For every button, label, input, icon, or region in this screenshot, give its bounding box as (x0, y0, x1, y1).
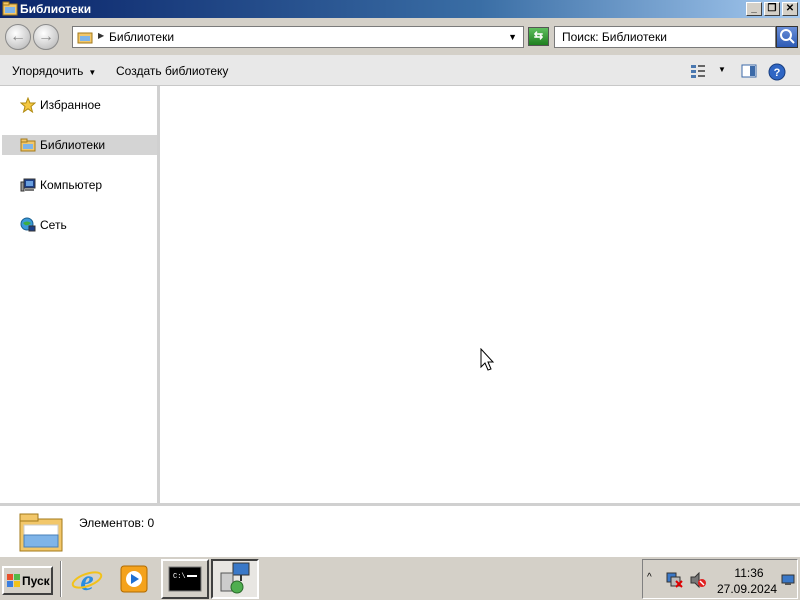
window-title: Библиотеки (20, 2, 92, 16)
nav-item-libraries[interactable]: Библиотеки (2, 135, 157, 155)
network-icon (20, 217, 36, 232)
chevron-down-icon[interactable]: ▼ (508, 32, 517, 42)
search-placeholder: Поиск: Библиотеки (562, 30, 667, 44)
chevron-down-icon[interactable]: ▼ (718, 65, 726, 74)
details-pane: Элементов: 0 (0, 503, 800, 556)
media-player-icon[interactable] (117, 563, 151, 595)
nav-item-label: Компьютер (40, 178, 103, 192)
create-library-button[interactable]: Создать библиотеку (116, 64, 228, 78)
internet-explorer-icon[interactable]: e (70, 563, 104, 595)
mouse-cursor-icon (480, 348, 495, 371)
network-setup-icon (220, 562, 250, 594)
forward-button[interactable]: → (33, 24, 59, 50)
nav-item-label: Сеть (40, 218, 67, 232)
taskbar-item-explorer[interactable] (211, 559, 259, 599)
taskbar-item-cmd[interactable]: C:\ (161, 559, 209, 599)
item-count: Элементов: 0 (79, 516, 155, 530)
nav-item-network[interactable]: Сеть (2, 215, 157, 235)
address-row: ← → ▶ Библиотеки ▼ ⇆ Поиск: Библиотеки (0, 18, 800, 55)
preview-pane-icon[interactable] (741, 63, 757, 79)
create-library-label: Создать библиотеку (116, 64, 229, 78)
restore-button[interactable]: ❐ (764, 2, 780, 16)
volume-muted-icon[interactable] (689, 572, 707, 588)
breadcrumb-arrow-icon[interactable]: ▶ (98, 31, 104, 40)
libraries-icon (77, 32, 93, 44)
organize-label: Упорядочить (12, 64, 84, 78)
svg-text:e: e (80, 564, 93, 595)
libraries-icon (19, 513, 63, 552)
file-list-area[interactable] (160, 86, 800, 503)
show-hidden-icons-button[interactable]: ^ (647, 572, 652, 583)
title-bar[interactable]: Библиотеки _ ❐ ✕ (0, 0, 800, 18)
cmd-icon: C:\ (168, 566, 202, 592)
address-bar[interactable]: ▶ Библиотеки ▼ (72, 26, 524, 48)
minimize-button[interactable]: _ (746, 2, 762, 16)
svg-text:C:\: C:\ (173, 573, 186, 581)
view-options-icon[interactable] (690, 63, 706, 79)
libraries-icon (2, 1, 18, 16)
help-icon[interactable]: ? (768, 63, 786, 81)
nav-item-favorites[interactable]: Избранное (2, 95, 157, 115)
start-button[interactable]: Пуск (2, 566, 53, 595)
back-button[interactable]: ← (5, 24, 31, 50)
search-icon[interactable] (776, 26, 798, 48)
breadcrumb[interactable]: Библиотеки (109, 30, 174, 44)
refresh-button[interactable]: ⇆ (528, 27, 549, 46)
start-label: Пуск (22, 574, 50, 588)
close-button[interactable]: ✕ (782, 2, 798, 16)
clock-date[interactable]: 27.09.2024 (717, 582, 777, 596)
taskbar: Пуск e C:\ ^ 11:36 27.09.2024 (0, 556, 800, 600)
computer-icon (20, 178, 36, 192)
clock-time[interactable]: 11:36 (729, 566, 769, 580)
nav-item-label: Библиотеки (40, 138, 106, 152)
system-tray: ^ 11:36 27.09.2024 (642, 559, 798, 599)
quicklaunch-divider (60, 561, 62, 597)
nav-item-computer[interactable]: Компьютер (2, 175, 157, 195)
windows-logo-icon (7, 574, 20, 587)
network-disconnected-icon[interactable] (665, 572, 683, 588)
libraries-icon (20, 138, 36, 152)
command-bar: Упорядочить ▼ Создать библиотеку ▼ ? (0, 55, 800, 86)
organize-button[interactable]: Упорядочить ▼ (12, 64, 96, 78)
nav-item-label: Избранное (40, 98, 101, 112)
search-input[interactable]: Поиск: Библиотеки (554, 26, 776, 48)
show-desktop-icon[interactable] (781, 574, 795, 586)
svg-text:?: ? (774, 67, 781, 79)
chevron-down-icon: ▼ (88, 68, 97, 77)
star-icon (20, 97, 36, 113)
navigation-pane: Избранное Библиотеки Компьютер Сеть (0, 86, 157, 503)
